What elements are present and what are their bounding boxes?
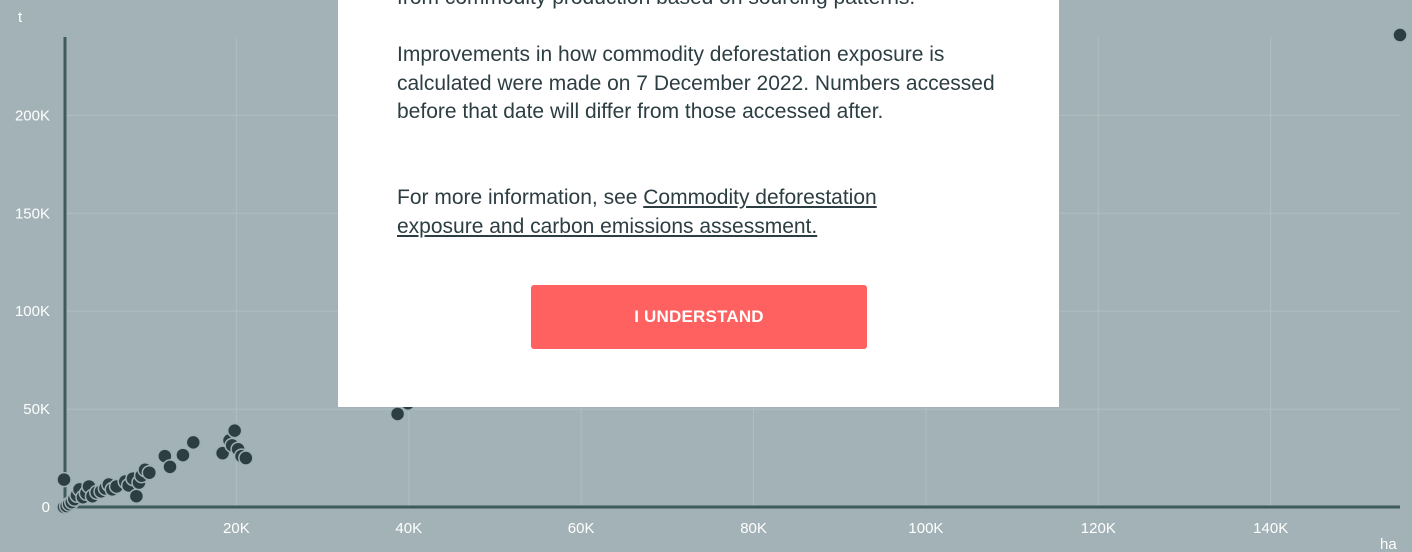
disclaimer-modal: from commodity production based on sourc… (338, 0, 1059, 407)
x-axis-label: ha (1380, 536, 1397, 552)
y-tick-label: 100K (15, 303, 50, 320)
modal-more-info: For more information, see Commodity defo… (397, 184, 957, 241)
x-tick-label: 20K (223, 520, 250, 537)
data-point[interactable] (128, 488, 145, 504)
data-point[interactable] (141, 464, 158, 481)
y-tick-label: 0 (42, 499, 50, 516)
data-point[interactable] (389, 406, 406, 422)
data-point[interactable] (56, 471, 72, 488)
data-point[interactable] (226, 422, 243, 439)
y-tick-label: 150K (15, 205, 50, 222)
x-tick-label: 80K (740, 520, 767, 537)
data-point[interactable] (238, 450, 254, 466)
modal-update-paragraph: Improvements in how commodity deforestat… (397, 43, 995, 123)
data-point[interactable] (1392, 27, 1408, 43)
y-axis-label: t (18, 9, 23, 26)
data-point[interactable] (175, 447, 191, 463)
x-tick-label: 100K (908, 520, 943, 537)
x-tick-label: 40K (395, 520, 422, 537)
modal-more-info-prefix: For more information, see (397, 186, 644, 209)
x-tick-label: 120K (1081, 520, 1116, 537)
data-point[interactable] (185, 434, 202, 451)
x-tick-label: 60K (568, 520, 595, 537)
modal-partial-line: from commodity production based on sourc… (397, 0, 1017, 13)
i-understand-button[interactable]: I UNDERSTAND (531, 285, 867, 349)
data-point[interactable] (162, 459, 178, 475)
y-tick-label: 50K (23, 401, 50, 418)
x-tick-label: 140K (1253, 520, 1288, 537)
y-tick-label: 200K (15, 107, 50, 124)
